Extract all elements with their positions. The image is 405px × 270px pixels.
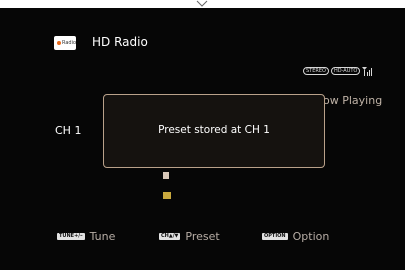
hd-radio-logo: Radio (54, 36, 76, 50)
chevron-down-icon (196, 0, 208, 7)
footer-tune[interactable]: TUNE+/– Tune (57, 229, 115, 243)
dialog-message: Preset stored at CH 1 (158, 124, 270, 136)
preset-stored-dialog: Preset stored at CH 1 (103, 94, 325, 168)
app-title: HD Radio (92, 35, 148, 49)
status-badges: STEREO HD-AUTO (303, 66, 373, 76)
stereo-badge: STEREO (303, 67, 329, 75)
now-playing-label: ow Playing (323, 94, 383, 107)
tune-label: Tune (89, 229, 116, 243)
footer-option[interactable]: OPTION Option (262, 229, 329, 243)
option-key-icon: OPTION (262, 232, 288, 240)
album-art-icon (163, 192, 171, 199)
lock-icon (163, 172, 169, 179)
channel-label: CH 1 (55, 124, 82, 137)
signal-strength-icon (362, 66, 373, 76)
footer-preset[interactable]: CH▲/▼ Preset (159, 229, 220, 243)
hd-auto-badge: HD-AUTO (330, 67, 361, 75)
option-label: Option (292, 229, 330, 243)
preset-label: Preset (185, 229, 220, 243)
preset-key-icon: CH▲/▼ (159, 232, 181, 240)
tune-key-icon: TUNE+/– (57, 232, 85, 240)
